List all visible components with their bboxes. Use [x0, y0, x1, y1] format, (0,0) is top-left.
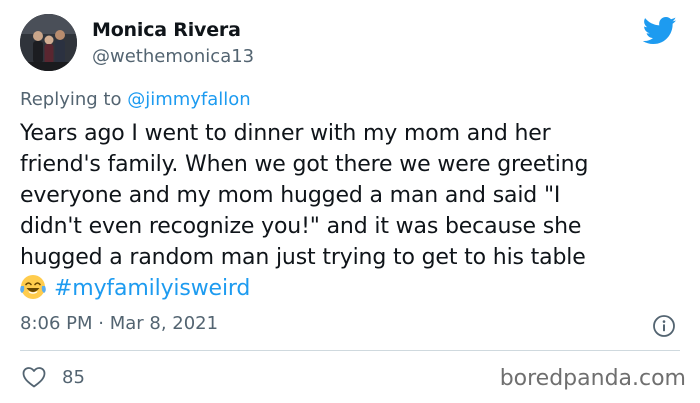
tweet-text-line: Years ago I went to dinner with my mom a… [20, 121, 551, 146]
tweet-text-last-line: #myfamilyisweird [20, 273, 685, 304]
timestamp-separator: · [92, 313, 110, 334]
tweet-time: 8:06 PM [20, 313, 93, 334]
tweet-text-line: hugged a random man just trying to get t… [20, 245, 586, 270]
tweet-text: Years ago I went to dinner with my mom a… [20, 118, 685, 304]
face-with-tears-of-joy-icon [20, 275, 46, 299]
replying-to-label: Replying to [20, 89, 128, 110]
divider [20, 350, 680, 351]
twitter-bird-icon [643, 16, 677, 45]
replying-to: Replying to @jimmyfallon [20, 89, 251, 110]
tweet-text-line: friend's family. When we got there we we… [20, 152, 589, 177]
reply-to-handle-link[interactable]: @jimmyfallon [127, 89, 251, 110]
author-handle[interactable]: @wethemonica13 [92, 46, 254, 67]
like-count: 85 [62, 366, 85, 388]
hashtag-link[interactable]: #myfamilyisweird [54, 276, 250, 301]
tweet-text-line: everyone and my mom hugged a man and sai… [20, 183, 561, 208]
tweet-date: Mar 8, 2021 [109, 313, 219, 334]
author-name[interactable]: Monica Rivera [92, 19, 241, 41]
tweet-text-line: didn't even recognize you!" and it was b… [20, 214, 582, 239]
avatar[interactable] [20, 14, 77, 71]
watermark: boredpanda.com [499, 366, 686, 391]
profile-photo-icon [20, 14, 77, 71]
heart-icon [22, 367, 46, 388]
timestamp[interactable]: 8:06 PM · Mar 8, 2021 [20, 313, 218, 334]
info-icon[interactable] [652, 314, 676, 338]
like-button[interactable]: 85 [22, 366, 85, 388]
